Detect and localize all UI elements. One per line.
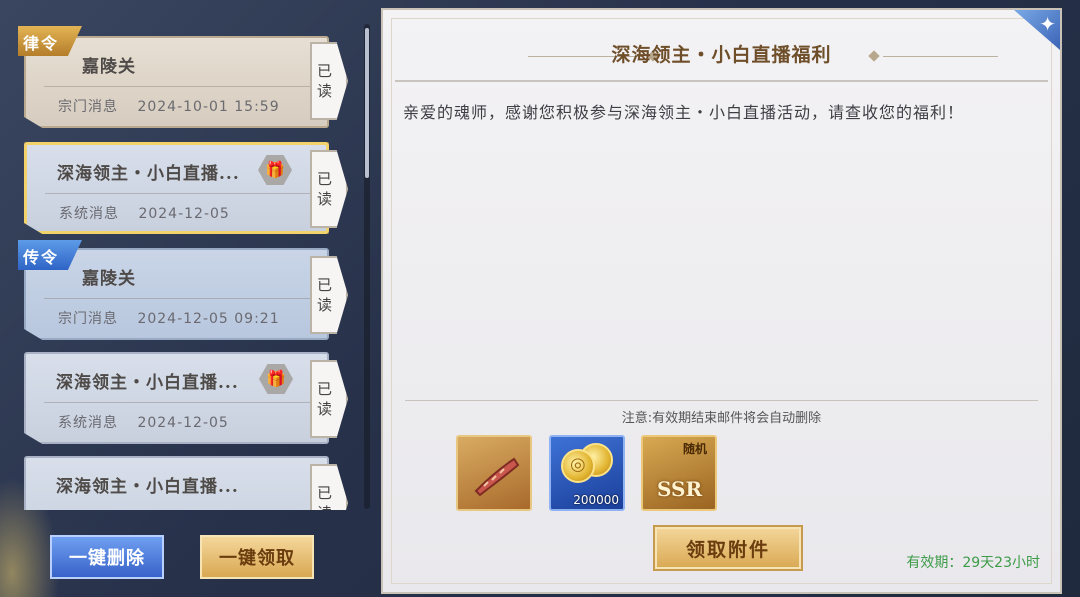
- read-status-char: 读: [317, 82, 333, 100]
- attachment-item[interactable]: ◎ 200000: [549, 435, 625, 511]
- mail-item-divider: [44, 86, 317, 87]
- mail-item-timestamp: 2024-12-05: [137, 415, 229, 431]
- header-divider: [395, 80, 1048, 82]
- attachment-quantity: 200000: [573, 493, 619, 507]
- mail-item-selected[interactable]: 深海领主・小白直播... 🎁 系统消息 2024-12-05: [24, 142, 329, 234]
- claim-all-button[interactable]: 一键领取: [200, 535, 314, 579]
- read-status-char: 已: [317, 170, 333, 188]
- mail-item[interactable]: 深海领主・小白直播... 🎁 系统消息 2024-12-05: [24, 352, 329, 444]
- mail-item-divider: [44, 402, 317, 403]
- mail-title-wrap: 深海领主・小白直播福利: [383, 40, 1060, 67]
- mail-item-timestamp: 2024-12-05 09:21: [137, 311, 280, 327]
- gold-coin-icon: ◎: [561, 449, 595, 483]
- ssr-icon: SSR: [657, 477, 703, 501]
- title-ornament-line: [883, 56, 998, 57]
- read-status-char: 已: [317, 62, 333, 80]
- validity-text: 有效期：29天23小时: [906, 555, 1040, 571]
- mail-item-meta: 系统消息 2024-12-05: [58, 412, 229, 432]
- mail-item-title: 深海领主・小白直播...: [56, 477, 239, 497]
- read-status-char: 读: [317, 296, 333, 314]
- read-status-char: 读: [317, 190, 333, 208]
- read-status-tab: 已 读: [310, 150, 348, 228]
- mail-body: 亲爱的魂师，感谢您积极参与深海领主・小白直播活动，请查收您的福利！: [403, 103, 965, 122]
- read-status-tab: 已 读: [310, 464, 348, 510]
- attachment-item[interactable]: [456, 435, 532, 511]
- gift-icon: 🎁: [258, 155, 292, 185]
- read-status-tab: 已 读: [310, 256, 348, 334]
- read-status-char: 读: [317, 503, 332, 510]
- gift-icon: 🎁: [259, 364, 293, 394]
- mail-item-category: 系统消息: [59, 206, 119, 222]
- mail-item-timestamp: 2024-12-05: [138, 206, 230, 222]
- mail-item-meta: 系统消息 2024-12-05: [59, 203, 230, 223]
- mail-item-title: 嘉陵关: [82, 57, 136, 77]
- mail-list: 嘉陵关 宗门消息 2024-10-01 15:59 律令 已 读 深海领主・小白…: [18, 22, 368, 510]
- read-status-char: 已: [317, 484, 333, 502]
- mail-item-category: 系统消息: [58, 415, 118, 431]
- mail-title: 深海领主・小白直播福利: [611, 44, 832, 66]
- mail-item-timestamp: 2024-10-01 15:59: [137, 99, 280, 115]
- mail-item-title: 深海领主・小白直播...: [57, 164, 240, 184]
- delete-all-button[interactable]: 一键删除: [50, 535, 164, 579]
- read-status-tab: 已 读: [310, 42, 348, 120]
- mail-item-title: 深海领主・小白直播...: [56, 373, 239, 393]
- attachment-label: 随机: [682, 442, 707, 456]
- footer-divider: [405, 400, 1038, 401]
- mail-item-title: 嘉陵关: [82, 269, 136, 289]
- mail-item-meta: 宗门消息 2024-10-01 15:59: [58, 96, 280, 116]
- mail-item-category: 宗门消息: [58, 99, 118, 115]
- mail-item-divider: [45, 193, 316, 194]
- mail-detail-panel: ✦ 深海领主・小白直播福利 亲爱的魂师，感谢您积极参与深海领主・小白直播活动，请…: [381, 8, 1062, 594]
- mail-item-category: 宗门消息: [58, 311, 118, 327]
- read-status-char: 已: [317, 276, 333, 294]
- mail-item-divider: [44, 298, 317, 299]
- mail-item-meta: 宗门消息 2024-12-05 09:21: [58, 308, 280, 328]
- expiry-notice: 注意:有效期结束邮件将会自动删除: [621, 411, 822, 426]
- read-status-tab: 已 读: [310, 360, 348, 438]
- attachment-item[interactable]: 随机 SSR: [641, 435, 717, 511]
- sausage-icon: [474, 457, 520, 497]
- claim-attachment-button[interactable]: 领取附件: [653, 525, 803, 571]
- read-status-char: 已: [317, 380, 333, 398]
- mail-item[interactable]: 深海领主・小白直播...: [24, 456, 329, 510]
- read-status-char: 读: [317, 400, 333, 418]
